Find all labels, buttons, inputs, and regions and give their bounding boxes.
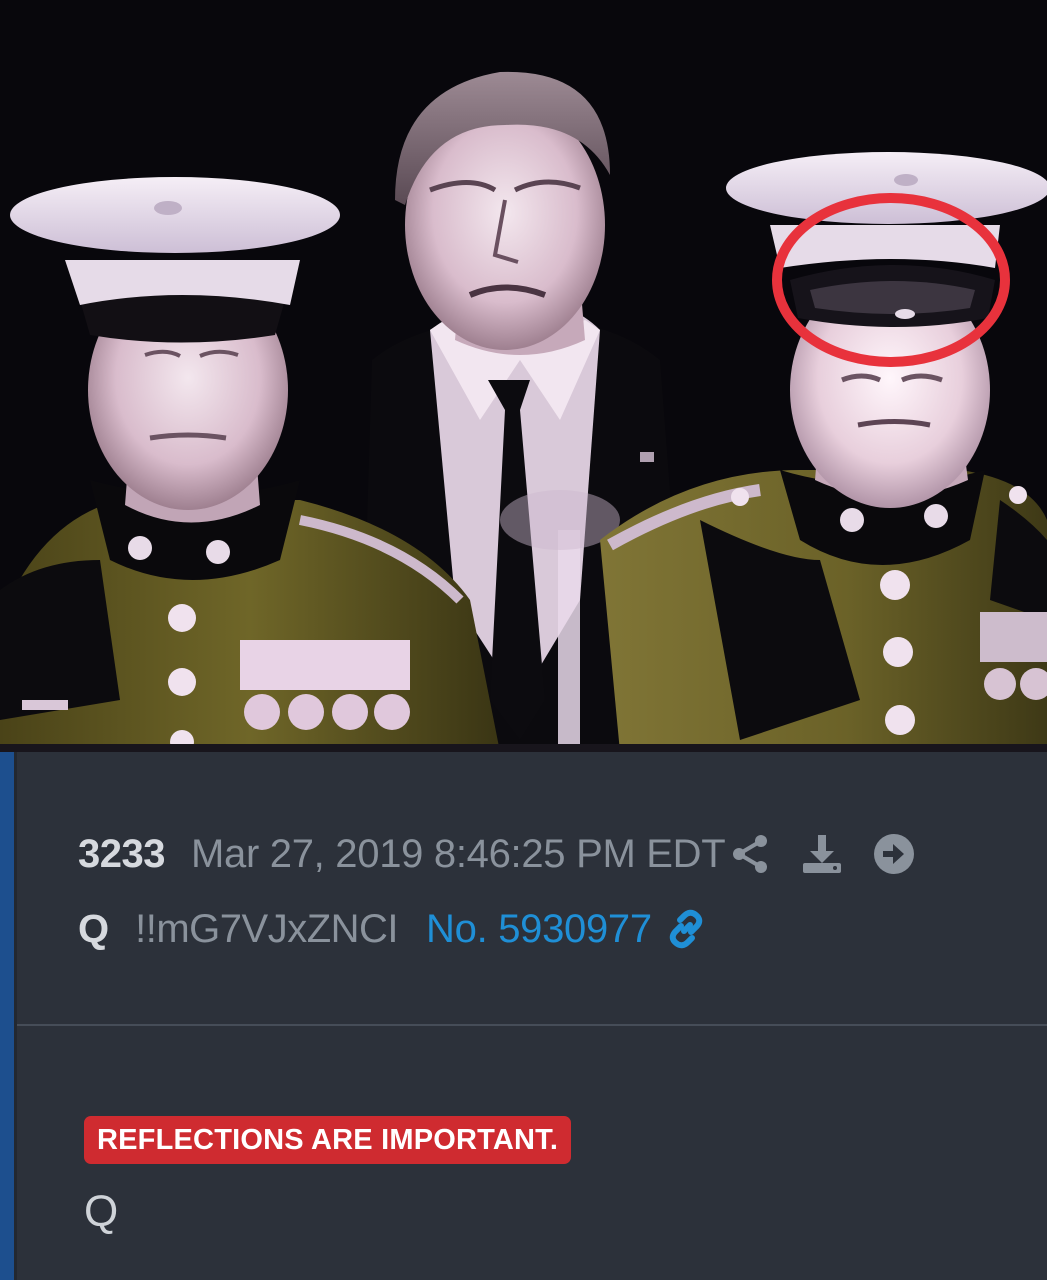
photo-illustration — [0, 0, 1047, 752]
card-accent-shadow — [14, 752, 17, 1280]
post-meta-row: 3233 Mar 27, 2019 8:46:25 PM EDT — [78, 830, 917, 878]
post-divider — [17, 1024, 1047, 1026]
post-headline: REFLECTIONS ARE IMPORTANT. — [84, 1116, 572, 1164]
post-signature: Q — [84, 1187, 119, 1236]
post-card: 3233 Mar 27, 2019 8:46:25 PM EDT Q !!mG7… — [0, 752, 1047, 1280]
post-number-link[interactable]: No. 5930977 — [426, 907, 652, 952]
post-number: 3233 — [78, 831, 165, 876]
author-tripcode: !!mG7VJxZNCI — [135, 906, 399, 951]
post-author-row: Q !!mG7VJxZNCI No. 5930977 — [78, 904, 708, 954]
link-icon[interactable] — [664, 907, 708, 951]
author-name: Q — [78, 906, 110, 951]
post-date: Mar 27, 2019 8:46:25 PM EDT — [190, 831, 726, 876]
download-icon[interactable] — [799, 831, 845, 877]
share-icon[interactable] — [729, 831, 775, 877]
arrow-right-circle-icon[interactable] — [871, 831, 917, 877]
post-image[interactable] — [0, 0, 1047, 752]
card-accent-bar — [0, 752, 14, 1280]
qpost-viewer: 3233 Mar 27, 2019 8:46:25 PM EDT Q !!mG7… — [0, 0, 1047, 1280]
